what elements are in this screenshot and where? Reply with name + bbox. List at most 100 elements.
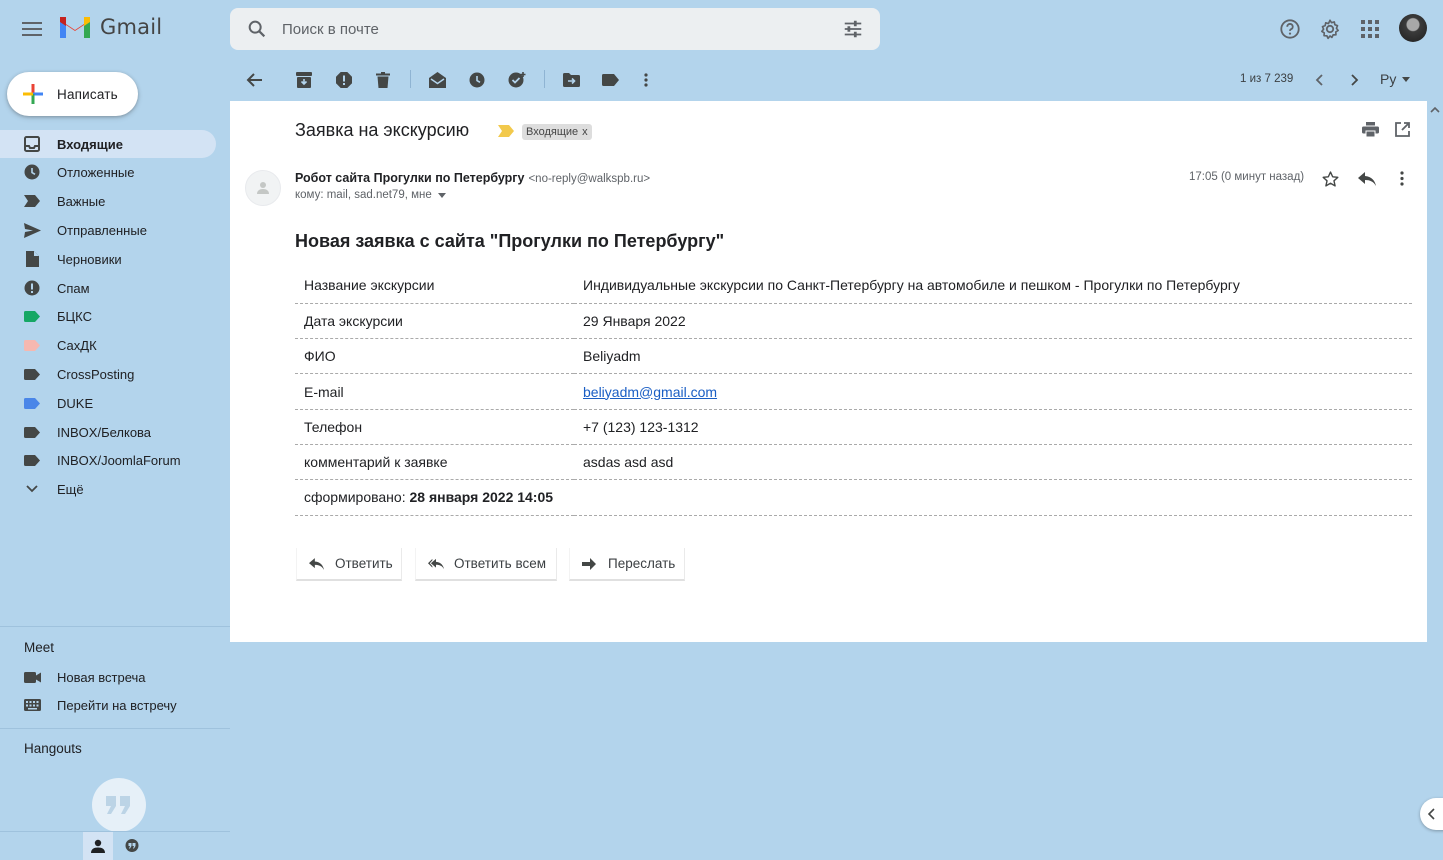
- gmail-logo[interactable]: Gmail: [58, 14, 162, 40]
- sidebar-item-sahdk[interactable]: СахДК: [0, 331, 216, 359]
- settings-button[interactable]: [1316, 15, 1344, 43]
- scroll-up-arrow-icon[interactable]: [1427, 103, 1443, 117]
- scrollbar[interactable]: [1427, 101, 1443, 860]
- labels-button[interactable]: [600, 70, 620, 90]
- reply-icon: [1358, 172, 1376, 186]
- row-value: 29 Января 2022: [574, 303, 1412, 340]
- toolbar-separator: [544, 70, 545, 88]
- message-more-button[interactable]: [1400, 171, 1404, 186]
- mark-unread-button[interactable]: [427, 70, 447, 90]
- message-counter: 1 из 7 239: [1240, 73, 1294, 85]
- sidebar-item-inbox-belkova[interactable]: INBOX/Белкова: [0, 418, 216, 446]
- print-button[interactable]: [1362, 122, 1379, 137]
- reply-icon: [309, 556, 325, 572]
- spam-icon: [336, 72, 352, 88]
- clock-icon: [469, 72, 485, 88]
- star-button[interactable]: [1322, 171, 1339, 187]
- sidebar-item-label: Черновики: [57, 251, 122, 267]
- search-bar[interactable]: [230, 8, 880, 50]
- sidebar-item-inbox-joomlaforum[interactable]: INBOX/JoomlaForum: [0, 446, 216, 474]
- send-icon: [23, 221, 41, 239]
- search-options-icon[interactable]: [842, 18, 864, 40]
- sender-email: <no-reply@walkspb.ru>: [528, 173, 651, 185]
- hangouts-bottom-bar: [0, 831, 230, 860]
- reply-icon-button[interactable]: [1358, 172, 1376, 186]
- sidebar-item-drafts[interactable]: Черновики: [0, 245, 216, 273]
- row-key: Дата экскурсии: [295, 303, 574, 340]
- row-key: Название экскурсии: [295, 268, 574, 304]
- sidebar-item-bcks[interactable]: БЦКС: [0, 302, 216, 330]
- sidebar-item-snoozed[interactable]: Отложенные: [0, 158, 216, 186]
- label-chip-text: Входящие: [526, 126, 579, 138]
- meet-item-label: Новая встреча: [57, 669, 146, 685]
- forward-label: Переслать: [608, 556, 676, 571]
- caret-down-icon: [437, 192, 446, 198]
- report-spam-button[interactable]: [334, 70, 354, 90]
- sidebar-item-duke[interactable]: DUKE: [0, 389, 216, 417]
- open-new-window-button[interactable]: [1395, 122, 1410, 137]
- support-button[interactable]: [1276, 15, 1304, 43]
- reply-all-button[interactable]: Ответить всем: [415, 548, 557, 581]
- email-link[interactable]: beliyadm@gmail.com: [583, 384, 717, 400]
- delete-button[interactable]: [373, 70, 393, 90]
- back-button[interactable]: [244, 70, 264, 90]
- new-meeting-item[interactable]: Новая встреча: [0, 663, 216, 691]
- clock-icon: [23, 163, 41, 181]
- sidebar-item-label: Важные: [57, 193, 106, 209]
- chevron-right-icon: [1351, 74, 1359, 86]
- archive-button[interactable]: [294, 70, 314, 90]
- contacts-tab[interactable]: [83, 832, 113, 860]
- row-value: asdas asd asd: [574, 444, 1412, 481]
- print-icon: [1362, 122, 1379, 137]
- newer-button[interactable]: [1309, 70, 1329, 90]
- recipients-text: кому: mail, sad.net79, мне: [295, 189, 432, 201]
- mail-open-icon: [428, 72, 446, 88]
- open-in-new-icon: [1395, 122, 1410, 137]
- sidebar-item-more[interactable]: Ещё: [0, 475, 216, 503]
- row-key: ФИО: [295, 338, 574, 375]
- side-panel-toggle[interactable]: [1420, 798, 1443, 830]
- meet-section-title: Meet: [24, 640, 55, 655]
- row-key: Телефон: [295, 409, 574, 445]
- search-icon[interactable]: [246, 18, 268, 40]
- spam-icon: [23, 279, 41, 297]
- input-tools-button[interactable]: Ру: [1380, 71, 1411, 87]
- more-actions-button[interactable]: [636, 70, 656, 90]
- hangouts-start-button[interactable]: [92, 778, 146, 832]
- account-avatar[interactable]: [1399, 14, 1427, 42]
- label-icon: [23, 423, 41, 441]
- sidebar-item-crossposting[interactable]: CrossPosting: [0, 360, 216, 388]
- main-menu-button[interactable]: [18, 15, 46, 43]
- forward-button[interactable]: Переслать: [569, 548, 685, 581]
- sidebar-item-inbox[interactable]: Входящие: [0, 130, 216, 158]
- reply-button[interactable]: Ответить: [296, 548, 402, 581]
- sidebar-item-important[interactable]: Важные: [0, 187, 216, 215]
- hangouts-tab[interactable]: [118, 832, 146, 860]
- move-to-button[interactable]: [561, 70, 581, 90]
- row-value: Beliyadm: [574, 338, 1412, 375]
- gmail-m-icon: [60, 17, 90, 38]
- table-row: Дата экскурсии 29 Января 2022: [295, 303, 1412, 340]
- apps-button[interactable]: [1356, 15, 1384, 43]
- snooze-button[interactable]: [467, 70, 487, 90]
- inbox-label-chip: Входящие x: [522, 124, 592, 140]
- row-value: beliyadm@gmail.com: [574, 373, 1412, 410]
- importance-marker-icon[interactable]: [498, 125, 514, 137]
- compose-button[interactable]: Написать: [7, 72, 138, 116]
- older-button[interactable]: [1345, 70, 1365, 90]
- arrow-back-icon: [246, 73, 262, 87]
- keyboard-icon: [23, 696, 41, 714]
- recipients-line[interactable]: кому: mail, sad.net79, мне: [295, 189, 446, 201]
- more-vert-icon: [644, 73, 648, 87]
- sender-name[interactable]: Робот сайта Прогулки по Петербургу: [295, 171, 524, 185]
- row-value: +7 (123) 123-1312: [574, 409, 1412, 445]
- task-add-icon: [508, 72, 526, 88]
- formed-value: 28 января 2022 14:05: [409, 489, 554, 506]
- sidebar-item-sent[interactable]: Отправленные: [0, 216, 216, 244]
- search-input[interactable]: [282, 20, 822, 38]
- add-to-tasks-button[interactable]: [507, 70, 527, 90]
- sidebar-item-spam[interactable]: Спам: [0, 274, 216, 302]
- remove-label-button[interactable]: x: [582, 126, 588, 138]
- sender-avatar[interactable]: [245, 170, 281, 206]
- join-meeting-item[interactable]: Перейти на встречу: [0, 691, 216, 719]
